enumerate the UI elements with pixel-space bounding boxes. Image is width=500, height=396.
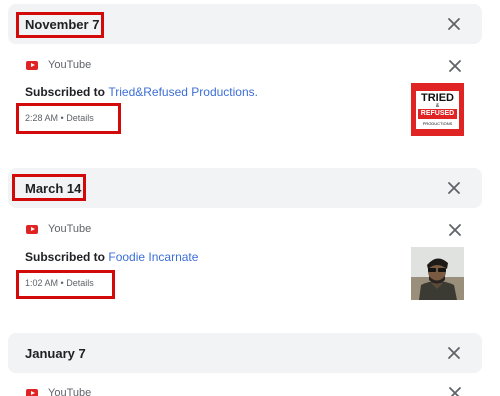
- date-header: January 7: [8, 333, 482, 373]
- source-name: YouTube: [48, 387, 92, 396]
- highlight-box: [16, 103, 121, 134]
- logo-text: REFUSED: [418, 109, 457, 119]
- delete-activity-button[interactable]: [446, 384, 464, 396]
- youtube-icon: [26, 60, 38, 70]
- delete-activity-button[interactable]: [446, 221, 464, 239]
- channel-link[interactable]: Tried&Refused Productions.: [108, 85, 258, 99]
- activity-source: YouTube: [26, 58, 91, 72]
- channel-thumbnail[interactable]: TRIED & REFUSED PRODUCTIONS: [411, 83, 464, 136]
- delete-day-button[interactable]: [445, 179, 463, 197]
- source-name: YouTube: [48, 223, 92, 235]
- person-photo: [411, 247, 464, 300]
- close-icon: [448, 182, 460, 194]
- thumbnail-logo: TRIED & REFUSED PRODUCTIONS: [416, 91, 459, 129]
- activity-action: Subscribed to: [25, 85, 106, 99]
- logo-text: PRODUCTIONS: [422, 121, 453, 126]
- channel-thumbnail[interactable]: [411, 247, 464, 300]
- delete-activity-button[interactable]: [446, 57, 464, 75]
- youtube-icon: [26, 224, 38, 234]
- activity-source: YouTube: [26, 222, 91, 236]
- highlight-box: [16, 270, 115, 299]
- highlight-box: [12, 174, 86, 201]
- activity-source: YouTube: [26, 386, 91, 396]
- delete-day-button[interactable]: [445, 344, 463, 362]
- date-label: January 7: [25, 346, 86, 361]
- activity-action: Subscribed to: [25, 250, 106, 264]
- highlight-box: [16, 12, 104, 38]
- close-icon: [448, 347, 460, 359]
- delete-day-button[interactable]: [445, 15, 463, 33]
- activity-title: Subscribed to Foodie Incarnate: [25, 250, 198, 264]
- source-name: YouTube: [48, 59, 92, 71]
- channel-link[interactable]: Foodie Incarnate: [108, 250, 198, 264]
- youtube-icon: [26, 388, 38, 396]
- close-icon: [449, 224, 461, 236]
- close-icon: [448, 18, 460, 30]
- close-icon: [449, 387, 461, 396]
- activity-title: Subscribed to Tried&Refused Productions.: [25, 85, 258, 99]
- close-icon: [449, 60, 461, 72]
